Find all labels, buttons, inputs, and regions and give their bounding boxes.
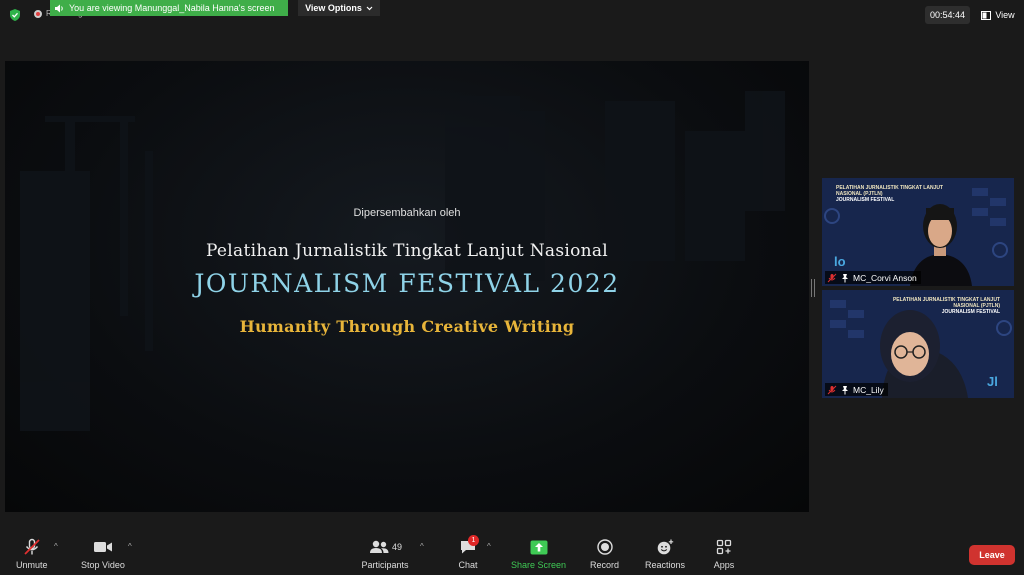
leave-button[interactable]: Leave [969, 545, 1015, 565]
slide-presented-by: Dipersembahkan oleh [353, 207, 461, 219]
top-bar: Recording You are viewing Manunggal_Nabi… [0, 0, 1024, 30]
participant-tile[interactable]: Jl PELATIHAN JURNALISTIK TINGKAT LANJUT … [822, 290, 1014, 398]
participants-options-caret-icon[interactable]: ^ [420, 542, 424, 551]
participant-tile[interactable]: lo PELATIHAN JURNALISTIK TINGKAT LANJUT … [822, 178, 1014, 286]
pin-icon [842, 273, 848, 282]
record-button[interactable]: Record [590, 538, 619, 570]
muted-mic-icon [827, 385, 837, 394]
svg-text:lo: lo [834, 254, 846, 269]
meeting-timer: 00:54:44 [925, 6, 970, 24]
chat-button[interactable]: 1 Chat [456, 535, 480, 570]
smiley-plus-icon [657, 539, 674, 555]
slide-title-line2: JOURNALISM FESTIVAL 2022 [194, 269, 620, 298]
panel-resize-handle[interactable] [811, 279, 815, 297]
participants-button[interactable]: 49 Participants [361, 538, 409, 570]
record-icon [596, 539, 613, 555]
viewing-banner: You are viewing Manunggal_Nabila Hanna's… [50, 0, 288, 16]
tile-banner: PELATIHAN JURNALISTIK TINGKAT LANJUT NAS… [892, 297, 1000, 315]
slide-tagline: Humanity Through Creative Writing [239, 317, 575, 336]
record-dot-icon [34, 9, 42, 18]
shared-screen: Dipersembahkan oleh Pelatihan Jurnalisti… [5, 61, 809, 512]
chat-options-caret-icon[interactable]: ^ [487, 542, 491, 551]
participant-name-label: MC_Lily [825, 383, 888, 396]
svg-text:Jl: Jl [987, 374, 998, 389]
muted-mic-icon [827, 273, 837, 282]
pin-icon [842, 385, 848, 394]
stop-video-button[interactable]: Stop Video [81, 538, 125, 570]
view-layout-icon [981, 10, 992, 20]
security-shield-icon[interactable] [8, 8, 22, 22]
apps-grid-icon [716, 539, 732, 555]
chat-unread-badge: 1 [468, 535, 479, 546]
slide-title-line1: Pelatihan Jurnalistik Tingkat Lanjut Nas… [205, 241, 609, 261]
participants-icon [369, 540, 389, 553]
view-options-label: View Options [305, 3, 362, 13]
view-options-button[interactable]: View Options [298, 0, 380, 16]
viewing-text: You are viewing Manunggal_Nabila Hanna's… [69, 3, 275, 13]
tile-banner: PELATIHAN JURNALISTIK TINGKAT LANJUT NAS… [836, 185, 944, 203]
view-label: View [995, 10, 1015, 20]
share-screen-button[interactable]: Share Screen [511, 538, 566, 570]
video-camera-icon [93, 542, 112, 552]
reactions-button[interactable]: Reactions [645, 538, 685, 570]
participants-count: 49 [391, 542, 402, 552]
apps-button[interactable]: Apps [712, 538, 736, 570]
view-button[interactable]: View [976, 6, 1020, 24]
speaker-icon [55, 4, 63, 12]
share-screen-arrow-icon [530, 540, 548, 554]
participant-name-label: MC_Corvi Anson [825, 271, 921, 284]
video-options-caret-icon[interactable]: ^ [128, 542, 132, 551]
unmute-button[interactable]: Unmute [16, 538, 48, 570]
chevron-down-icon [366, 6, 373, 10]
muted-microphone-icon [24, 538, 40, 555]
audio-options-caret-icon[interactable]: ^ [54, 542, 58, 551]
meeting-toolbar: Unmute ^ Stop Video ^ 49 Participants ^ [0, 530, 1024, 575]
